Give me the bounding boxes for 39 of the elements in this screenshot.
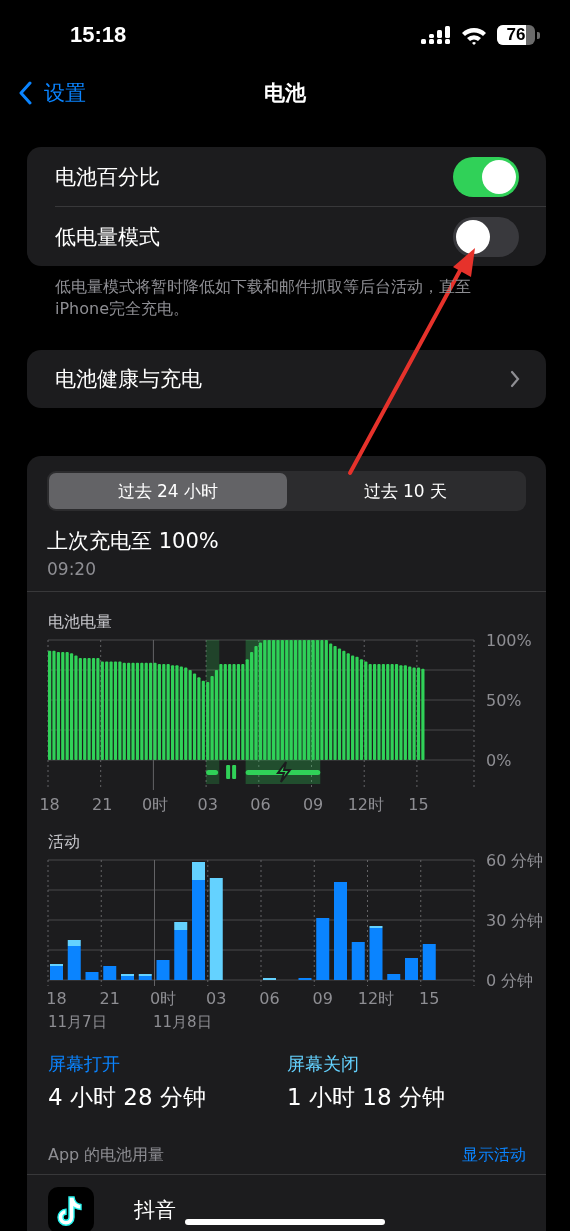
axis-label: 12时 bbox=[347, 795, 384, 814]
legend-label: 屏幕关闭 bbox=[287, 1052, 360, 1076]
app-name: 抖音 bbox=[134, 1197, 176, 1224]
axis-label: 0时 bbox=[141, 795, 169, 814]
axis-label: 09 bbox=[302, 795, 324, 814]
date-label: 11月7日 bbox=[48, 1012, 108, 1032]
date-label: 11月8日 bbox=[153, 1012, 213, 1032]
duration-value: 4 小时 28 分钟 bbox=[48, 1083, 207, 1112]
axis-label: 09 bbox=[312, 989, 333, 1008]
axis-label: 21 bbox=[92, 795, 113, 814]
last-charge-time: 09:20 bbox=[47, 559, 97, 579]
legend-label: 屏幕打开 bbox=[48, 1052, 121, 1076]
axis-label: 03 bbox=[197, 795, 218, 814]
axis-label: 50% bbox=[486, 691, 522, 710]
axis-label: 15 bbox=[419, 989, 440, 1008]
axis-label: 0 分钟 bbox=[486, 971, 534, 990]
axis-label: 18 bbox=[39, 795, 60, 814]
axis-label: 0% bbox=[486, 751, 512, 770]
setting-label: 电池百分比 bbox=[55, 163, 160, 191]
axis-label: 12时 bbox=[357, 989, 395, 1008]
status-time: 15:18 bbox=[70, 22, 127, 48]
duration-value: 1 小时 18 分钟 bbox=[287, 1083, 446, 1112]
chart-title: 活动 bbox=[48, 832, 81, 852]
section-header: App 的电池用量 bbox=[48, 1145, 165, 1166]
axis-label: 06 bbox=[259, 989, 280, 1008]
last-charge-title: 上次充电至 100% bbox=[47, 528, 220, 555]
setting-label: 低电量模式 bbox=[55, 223, 160, 251]
axis-label: 21 bbox=[99, 989, 120, 1008]
axis-label: 06 bbox=[250, 795, 271, 814]
battery-indicator: 76 bbox=[497, 25, 535, 45]
axis-label: 30 分钟 bbox=[486, 911, 544, 930]
axis-label: 03 bbox=[206, 989, 227, 1008]
axis-label: 100% bbox=[486, 632, 532, 650]
axis-label: 15 bbox=[408, 795, 429, 814]
axis-label: 18 bbox=[46, 989, 67, 1008]
page-title: 电池 bbox=[264, 79, 306, 107]
axis-label: 0时 bbox=[149, 989, 177, 1008]
chart-title: 电池电量 bbox=[48, 612, 113, 632]
axis-label: 60 分钟 bbox=[486, 852, 544, 870]
